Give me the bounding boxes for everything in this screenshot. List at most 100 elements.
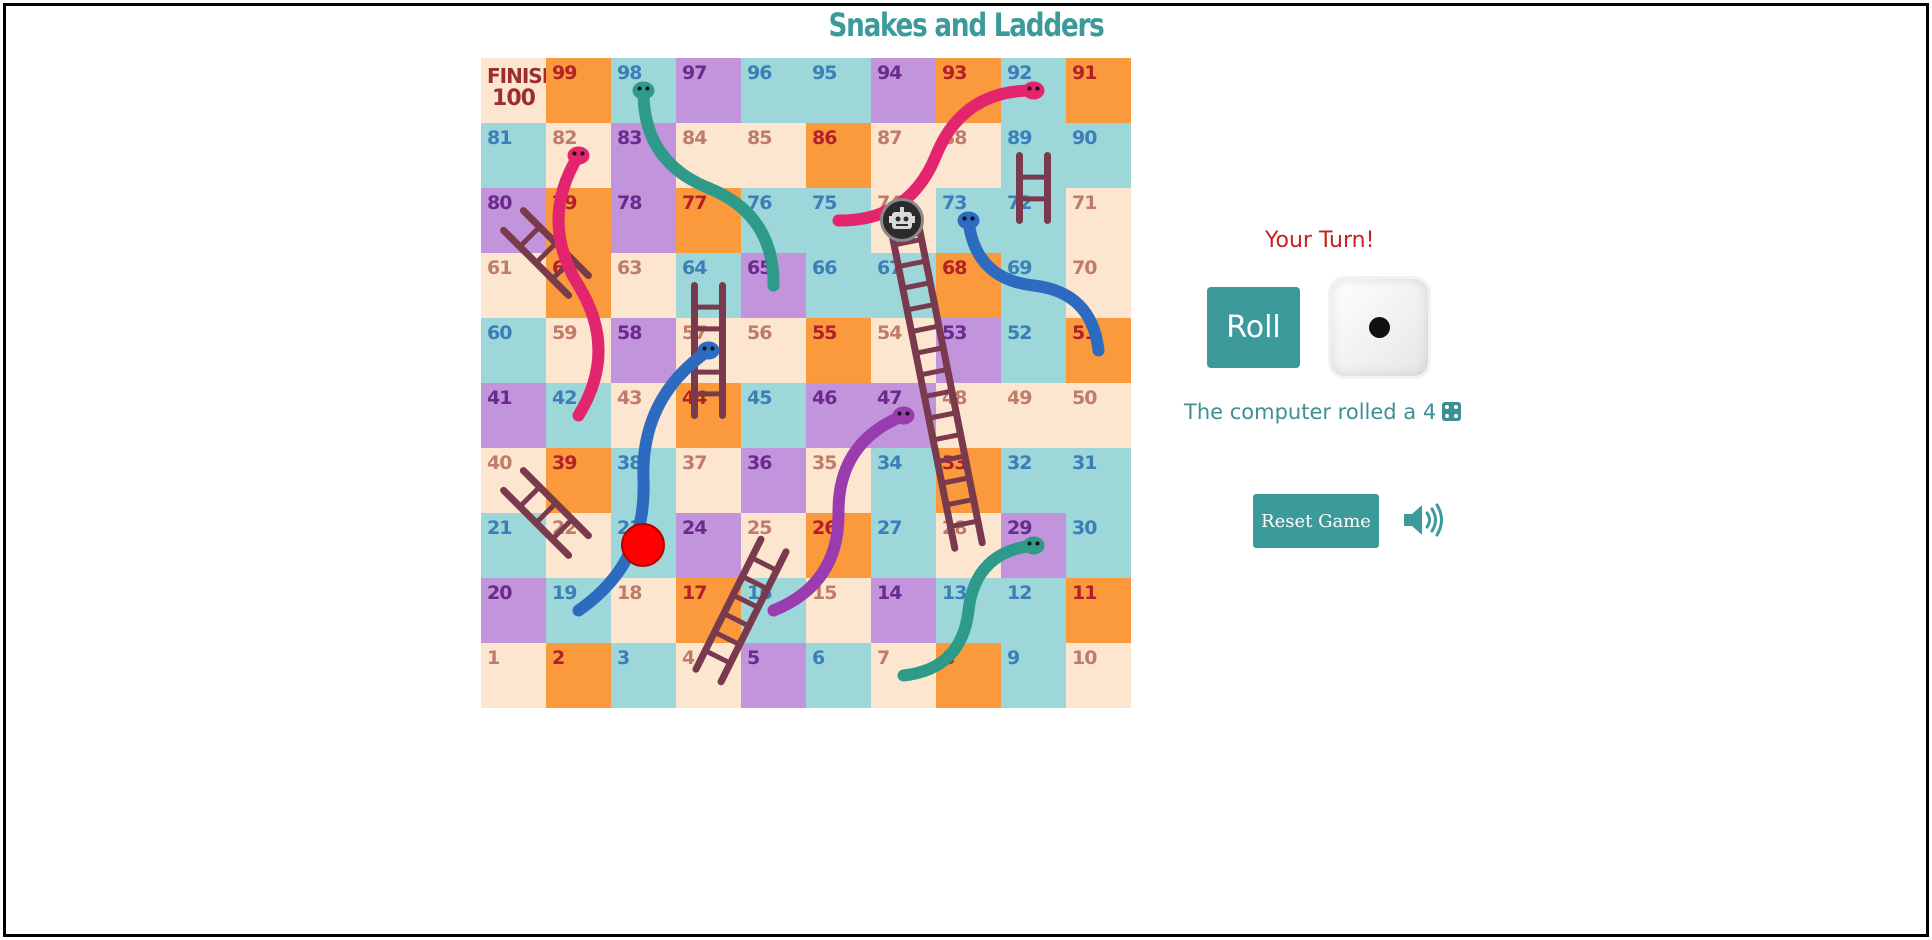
board-cell-6: 6 [806,643,871,708]
board-cell-55: 55 [806,318,871,383]
board-cell-40: 40 [481,448,546,513]
board-cell-25: 25 [741,513,806,578]
board-cell-51: 51 [1066,318,1131,383]
board-cell-28: 28 [936,513,1001,578]
board-cell-3: 3 [611,643,676,708]
board-cell-2: 2 [546,643,611,708]
board-cell-46: 46 [806,383,871,448]
board-cell-1: 1 [481,643,546,708]
board-cell-77: 77 [676,188,741,253]
board-cell-13: 13 [936,578,1001,643]
board-cell-32: 32 [1001,448,1066,513]
board-cell-47: 47 [871,383,936,448]
board-cell-70: 70 [1066,253,1131,318]
board-cell-82: 82 [546,123,611,188]
board-cell-95: 95 [806,58,871,123]
roll-result-message: The computer rolled a 4 [1184,400,1462,424]
board-cell-60: 60 [481,318,546,383]
board-cell-68: 68 [936,253,1001,318]
board-cell-24: 24 [676,513,741,578]
board-cell-98: 98 [611,58,676,123]
board-cell-29: 29 [1001,513,1066,578]
turn-status: Your Turn! [1265,228,1375,253]
robot-icon [880,198,924,242]
board-cell-72: 72 [1001,188,1066,253]
game-title: Snakes and Ladders [828,6,1104,44]
board-cell-27: 27 [871,513,936,578]
roll-button[interactable]: Roll [1207,287,1300,368]
board-cell-76: 76 [741,188,806,253]
board-cell-57: 57 [676,318,741,383]
board-cell-85: 85 [741,123,806,188]
finish-label: FINISH [487,64,558,88]
board-cell-30: 30 [1066,513,1131,578]
board-cell-31: 31 [1066,448,1131,513]
speaker-volume-icon[interactable] [1402,500,1448,540]
game-board: FINISH 100 99 98 97 96 95 94 93 92 91 81 82 83 84 85 86 8… [481,58,1131,708]
board-cell-73: 73 [936,188,1001,253]
board-cell-94: 94 [871,58,936,123]
board-cell-90: 90 [1066,123,1131,188]
board-cell-59: 59 [546,318,611,383]
board-cell-89: 89 [1001,123,1066,188]
board-cell-21: 21 [481,513,546,578]
board-cell-92: 92 [1001,58,1066,123]
board-cell-12: 12 [1001,578,1066,643]
board-cell-9: 9 [1001,643,1066,708]
board-cell-33: 33 [936,448,1001,513]
board-cell-15: 15 [806,578,871,643]
board-cell-53: 53 [936,318,1001,383]
board-cell-37: 37 [676,448,741,513]
board-cell-79: 79 [546,188,611,253]
roll-result-text: The computer rolled a 4 [1184,400,1437,424]
board-cell-44: 44 [676,383,741,448]
board-cell-99: 99 [546,58,611,123]
die-face-one-icon [1331,279,1428,376]
board-cell-84: 84 [676,123,741,188]
board-cell-61: 61 [481,253,546,318]
board-cell-56: 56 [741,318,806,383]
board-cell-75: 75 [806,188,871,253]
finish-cell: FINISH 100 [481,58,558,123]
board-cell-93: 93 [936,58,1001,123]
board-cell-22: 22 [546,513,611,578]
board-cell-10: 10 [1066,643,1131,708]
board-cell-39: 39 [546,448,611,513]
board-cell-83: 83 [611,123,676,188]
board-cell-41: 41 [481,383,546,448]
board-cell-80: 80 [481,188,546,253]
board-cell-36: 36 [741,448,806,513]
board-cell-97: 97 [676,58,741,123]
board-cell-38: 38 [611,448,676,513]
board-cell-49: 49 [1001,383,1066,448]
die-pip [1369,317,1390,338]
board-cell-64: 64 [676,253,741,318]
board-cell-42: 42 [546,383,611,448]
board-cell-91: 91 [1066,58,1131,123]
board-cell-65: 65 [741,253,806,318]
board-cell-78: 78 [611,188,676,253]
reset-game-button[interactable]: Reset Game [1253,494,1379,548]
board-cell-4: 4 [676,643,741,708]
board-cell-14: 14 [871,578,936,643]
board-cell-7: 7 [871,643,936,708]
board-cell-54: 54 [871,318,936,383]
board-cell-66: 66 [806,253,871,318]
board-cell-71: 71 [1066,188,1131,253]
board-cell-87: 87 [871,123,936,188]
player-token [621,523,665,567]
board-cell-34: 34 [871,448,936,513]
board-cell-86: 86 [806,123,871,188]
board-cell-11: 11 [1066,578,1131,643]
board-cell-45: 45 [741,383,806,448]
board-cell-67: 67 [871,253,936,318]
board-cell-69: 69 [1001,253,1066,318]
board-cell-81: 81 [481,123,546,188]
board-cell-8: 8 [936,643,1001,708]
finish-number: 100 [492,86,536,111]
board-cell-5: 5 [741,643,806,708]
board-cell-26: 26 [806,513,871,578]
board-cell-62: 62 [546,253,611,318]
board-cell-88: 88 [936,123,1001,188]
board-cell-63: 63 [611,253,676,318]
